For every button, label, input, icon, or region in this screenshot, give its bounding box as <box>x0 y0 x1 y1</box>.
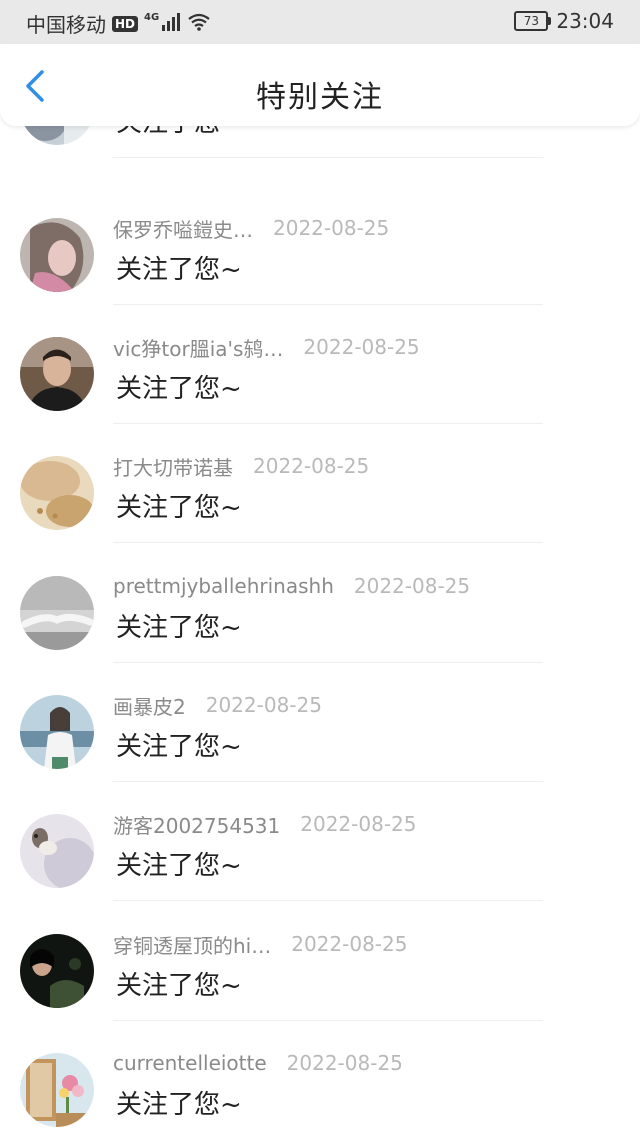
screen: 中国移动 HD 4G 73 23:04 特别关注 保罗乔嗌鎧史… 2022-08… <box>0 0 640 1138</box>
divider <box>113 157 543 158</box>
avatar[interactable] <box>20 456 94 530</box>
avatar[interactable] <box>20 337 94 411</box>
user-name[interactable]: prettmjyballehrinashh <box>113 574 334 598</box>
message-text: 关注了您~ <box>116 493 242 523</box>
clock: 23:04 <box>556 9 614 33</box>
message-text: 关注了您~ <box>116 851 242 881</box>
follow-date: 2022-08-25 <box>303 335 420 359</box>
list-item[interactable]: 打大切带诺基 2022-08-25 关注了您~ <box>0 423 640 543</box>
hd-badge: HD <box>112 15 139 32</box>
name-row: 穿铜透屋顶的hi… 2022-08-25 <box>113 928 407 960</box>
header: 特别关注 <box>0 44 640 126</box>
name-row: 游客2002754531 2022-08-25 <box>113 808 416 840</box>
user-name[interactable]: currentelleiotte <box>113 1051 267 1075</box>
message-text: 关注了您~ <box>116 1090 242 1120</box>
list-item[interactable]: 游客2002754531 2022-08-25 关注了您~ <box>0 781 640 901</box>
follow-date: 2022-08-25 <box>291 932 408 956</box>
message-text: 关注了您~ <box>116 613 242 643</box>
list-item[interactable]: 保罗乔嗌鎧史… 2022-08-25 关注了您~ <box>0 185 640 305</box>
follow-date: 2022-08-25 <box>286 1051 403 1075</box>
status-left: 中国移动 HD 4G <box>26 9 211 38</box>
list-item[interactable]: 画暴皮2 2022-08-25 关注了您~ <box>0 662 640 782</box>
list-item[interactable]: vic狰tor膃ia's鸫… 2022-08-25 关注了您~ <box>0 304 640 424</box>
avatar[interactable] <box>20 695 94 769</box>
carrier-label: 中国移动 <box>26 13 106 37</box>
status-right: 73 23:04 <box>514 9 614 33</box>
user-name[interactable]: 穿铜透屋顶的hi… <box>113 930 271 959</box>
avatar[interactable] <box>20 934 94 1008</box>
user-name[interactable]: 打大切带诺基 <box>113 452 233 481</box>
network-type-label: 4G <box>144 12 160 23</box>
follow-date: 2022-08-25 <box>205 693 322 717</box>
avatar[interactable] <box>20 576 94 650</box>
message-text: 关注了您~ <box>116 374 242 404</box>
name-row: vic狰tor膃ia's鸫… 2022-08-25 <box>113 331 420 363</box>
user-name[interactable]: 保罗乔嗌鎧史… <box>113 214 253 243</box>
name-row: currentelleiotte 2022-08-25 <box>113 1047 403 1079</box>
message-text: 关注了您~ <box>116 732 242 762</box>
list-item[interactable]: 穿铜透屋顶的hi… 2022-08-25 关注了您~ <box>0 901 640 1021</box>
list-item[interactable]: currentelleiotte 2022-08-25 关注了您~ <box>0 1020 640 1138</box>
list-item[interactable]: prettmjyballehrinashh 2022-08-25 关注了您~ <box>0 543 640 663</box>
name-row: 保罗乔嗌鎧史… 2022-08-25 <box>113 212 389 244</box>
page-title: 特别关注 <box>256 80 384 115</box>
name-row: prettmjyballehrinashh 2022-08-25 <box>113 570 470 602</box>
name-row: 画暴皮2 2022-08-25 <box>113 689 322 721</box>
wifi-icon <box>187 12 211 36</box>
follow-date: 2022-08-25 <box>353 574 471 598</box>
battery-icon: 73 <box>514 11 552 31</box>
user-name[interactable]: 画暴皮2 <box>113 691 186 720</box>
message-text: 关注了您~ <box>116 971 242 1001</box>
follow-date: 2022-08-25 <box>273 216 390 240</box>
follow-date: 2022-08-25 <box>300 812 417 836</box>
avatar[interactable] <box>20 218 94 292</box>
signal-icon <box>161 12 181 36</box>
user-name[interactable]: vic狰tor膃ia's鸫… <box>113 333 283 362</box>
avatar[interactable] <box>20 1053 94 1127</box>
follow-date: 2022-08-25 <box>253 454 370 478</box>
message-text: 关注了您~ <box>116 255 242 285</box>
name-row: 打大切带诺基 2022-08-25 <box>113 450 369 482</box>
user-name[interactable]: 游客2002754531 <box>113 810 280 839</box>
avatar[interactable] <box>20 814 94 888</box>
